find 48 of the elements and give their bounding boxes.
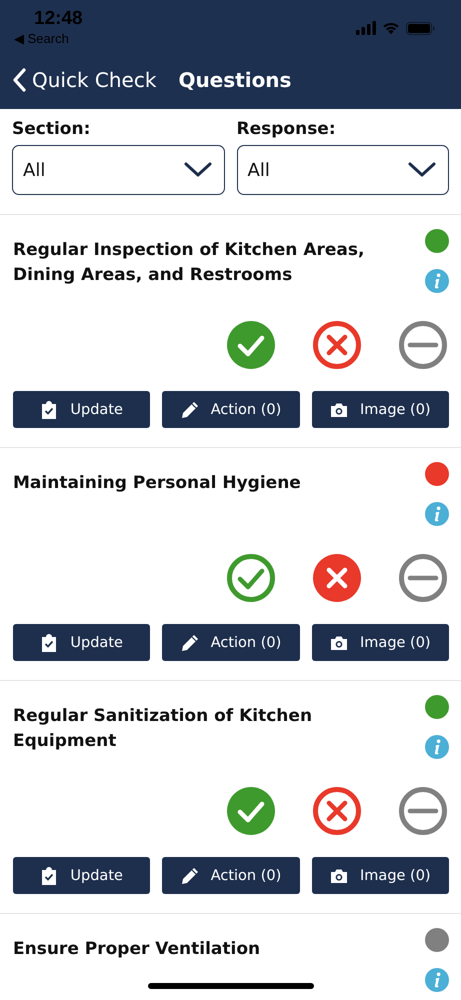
check-circle-icon[interactable] bbox=[227, 321, 275, 369]
action-button[interactable]: Action (0) bbox=[162, 857, 300, 894]
camera-icon bbox=[330, 634, 348, 652]
minus-circle-icon[interactable] bbox=[399, 321, 447, 369]
pencil-icon bbox=[180, 634, 199, 652]
signal-icon bbox=[356, 21, 376, 35]
action-button[interactable]: Action (0) bbox=[162, 391, 300, 428]
question-title: Regular Sanitization of Kitchen Equipment bbox=[13, 705, 314, 753]
pencil-icon bbox=[180, 866, 199, 884]
update-button[interactable]: Update bbox=[13, 857, 150, 894]
minus-circle-icon[interactable] bbox=[399, 554, 447, 602]
chevron-left-icon bbox=[12, 68, 26, 92]
update-button[interactable]: Update bbox=[13, 624, 150, 661]
image-button[interactable]: Image (0) bbox=[312, 624, 449, 661]
info-icon[interactable] bbox=[425, 735, 449, 759]
question-title: Regular Inspection of Kitchen Areas, Dining Areas, and Restrooms bbox=[13, 239, 366, 287]
filter-dropdown[interactable]: All bbox=[12, 145, 224, 195]
clipboard-check-icon bbox=[40, 866, 58, 884]
caret-icon bbox=[408, 162, 436, 178]
status-time: 12:48 bbox=[33, 8, 83, 30]
clipboard-check-icon bbox=[40, 634, 58, 652]
info-icon[interactable] bbox=[425, 502, 449, 526]
check-circle-icon[interactable] bbox=[227, 787, 275, 835]
caret-icon bbox=[184, 162, 212, 178]
question-title: Ensure Proper Ventilation bbox=[13, 938, 260, 961]
info-icon[interactable] bbox=[425, 269, 449, 293]
back-button[interactable]: Quick Check bbox=[12, 68, 156, 92]
action-button[interactable]: Action (0) bbox=[162, 624, 300, 661]
page-title: Questions bbox=[178, 68, 292, 92]
filter-dropdown[interactable]: All bbox=[236, 145, 449, 195]
pencil-icon bbox=[180, 400, 199, 418]
battery-icon bbox=[406, 22, 435, 34]
wifi-icon bbox=[382, 21, 400, 35]
question-title: Maintaining Personal Hygiene bbox=[13, 472, 301, 495]
clipboard-check-icon bbox=[40, 400, 58, 418]
x-circle-icon[interactable] bbox=[313, 321, 361, 369]
info-icon[interactable] bbox=[425, 968, 449, 992]
filter-label: Response: bbox=[236, 119, 337, 139]
filter-label: Section: bbox=[12, 119, 92, 139]
image-button[interactable]: Image (0) bbox=[312, 391, 449, 428]
minus-circle-icon[interactable] bbox=[399, 787, 447, 835]
camera-icon bbox=[330, 400, 348, 418]
camera-icon bbox=[330, 866, 348, 884]
check-circle-icon[interactable] bbox=[227, 554, 275, 602]
x-circle-icon[interactable] bbox=[313, 554, 361, 602]
image-button[interactable]: Image (0) bbox=[312, 857, 449, 894]
x-circle-icon[interactable] bbox=[313, 787, 361, 835]
update-button[interactable]: Update bbox=[13, 391, 150, 428]
